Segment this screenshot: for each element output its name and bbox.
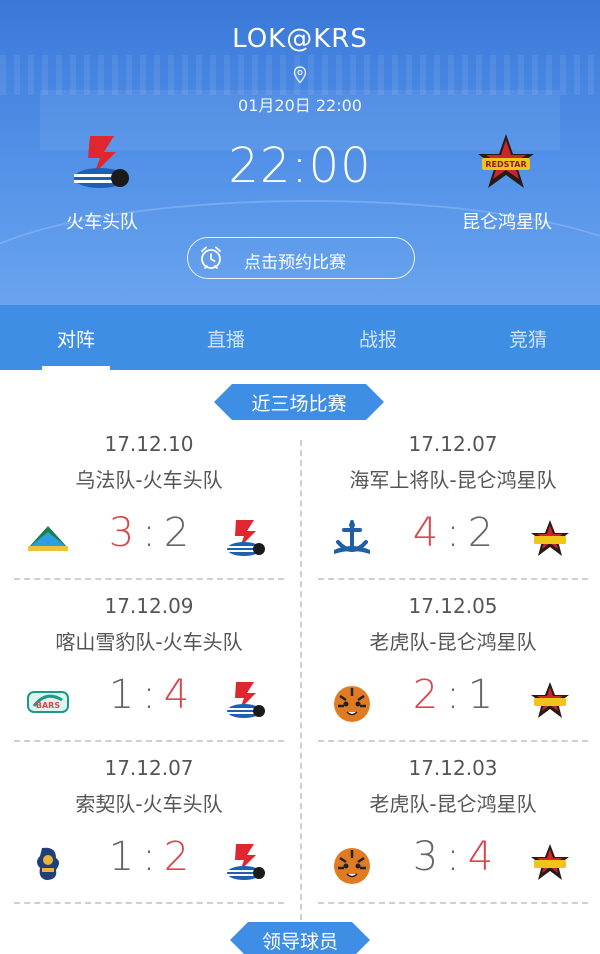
score-left: 1 <box>108 672 135 718</box>
reserve-match-label: 点击预约比赛 <box>244 253 346 273</box>
match-score: 3:2 <box>84 510 214 556</box>
match-teams: 乌法队-火车头队 <box>75 468 223 492</box>
score-right: 2 <box>163 834 190 880</box>
score-right: 1 <box>467 672 494 718</box>
match-teams: 索契队-火车头队 <box>75 792 223 816</box>
card-separator <box>318 902 588 904</box>
score-colon: : <box>446 834 460 880</box>
score-colon: : <box>142 834 156 880</box>
score-left: 3 <box>412 834 439 880</box>
lokomotiv-icon <box>224 680 268 724</box>
score-left: 3 <box>108 510 135 556</box>
match-card[interactable]: 17.12.03 老虎队-昆仑鸿星队 3:4 <box>318 756 588 919</box>
leading-players-heading: 领导球员 <box>230 922 370 954</box>
match-card[interactable]: 17.12.09 喀山雪豹队-火车头队 BARS 1:4 <box>14 594 284 757</box>
tab-guess[interactable]: 竞猜 <box>488 325 568 352</box>
tab-bar: 对阵 直播 战报 竞猜 <box>0 305 600 370</box>
svg-text:BARS: BARS <box>36 701 60 710</box>
match-card[interactable]: 17.12.07 索契队-火车头队 1:2 <box>14 756 284 919</box>
score-colon: : <box>142 672 156 718</box>
tiger-icon <box>330 844 374 884</box>
match-date: 17.12.03 <box>408 756 498 780</box>
match-teams: 海军上将队-昆仑鸿星队 <box>349 468 557 492</box>
recent-matches-heading: 近三场比赛 <box>214 384 384 420</box>
match-score: 2:1 <box>388 672 518 718</box>
score-right: 4 <box>163 672 190 718</box>
match-card[interactable]: 17.12.05 老虎队-昆仑鸿星队 2:1 <box>318 594 588 757</box>
home-team-name: 火车头队 <box>66 212 138 233</box>
score-left: 4 <box>412 510 439 556</box>
match-header: LOK@KRS 01月20日 22:00 火车头队 22:00 REDSTAR … <box>0 0 600 305</box>
match-card[interactable]: 17.12.10 乌法队-火车头队 3:2 <box>14 432 284 595</box>
sochi-icon <box>26 844 70 884</box>
score-colon: : <box>446 672 460 718</box>
red-star-logo-icon: REDSTAR <box>478 134 534 188</box>
column-divider <box>300 440 302 920</box>
match-teams: 老虎队-昆仑鸿星队 <box>369 792 537 816</box>
match-card[interactable]: 17.12.07 海军上将队-昆仑鸿星队 4:2 <box>318 432 588 595</box>
lokomotiv-icon <box>224 518 268 562</box>
lokomotiv-icon <box>224 842 268 886</box>
location-pin-icon <box>293 66 307 84</box>
match-teams: 老虎队-昆仑鸿星队 <box>369 630 537 654</box>
match-datetime: 01月20日 22:00 <box>238 96 362 115</box>
card-separator <box>14 740 284 742</box>
card-separator <box>318 740 588 742</box>
tab-report[interactable]: 战报 <box>338 325 418 352</box>
match-date: 17.12.09 <box>104 594 194 618</box>
score-colon: : <box>142 510 156 556</box>
score-right: 4 <box>467 834 494 880</box>
red-star-icon <box>528 842 572 886</box>
score-left: 2 <box>412 672 439 718</box>
match-date: 17.12.05 <box>408 594 498 618</box>
svg-text:REDSTAR: REDSTAR <box>485 160 526 169</box>
match-score: 3:4 <box>388 834 518 880</box>
match-score: 1:4 <box>84 672 214 718</box>
match-title: LOK@KRS <box>232 24 368 54</box>
salavat-icon <box>26 520 70 560</box>
match-score: 1:2 <box>84 834 214 880</box>
card-separator <box>14 902 284 904</box>
score-right: 2 <box>163 510 190 556</box>
score-colon: : <box>446 510 460 556</box>
score-right: 2 <box>467 510 494 556</box>
tab-matchup[interactable]: 对阵 <box>36 325 116 352</box>
match-date: 17.12.10 <box>104 432 194 456</box>
match-teams: 喀山雪豹队-火车头队 <box>55 630 243 654</box>
match-date: 17.12.07 <box>104 756 194 780</box>
alarm-clock-icon <box>201 246 221 269</box>
tiger-icon <box>330 682 374 722</box>
away-team-name: 昆仑鸿星队 <box>462 212 552 233</box>
card-separator <box>318 578 588 580</box>
matchup-content: 近三场比赛 17.12.10 乌法队-火车头队 3:2 17.12.09 喀山雪豹队-火… <box>0 370 600 954</box>
score-left: 1 <box>108 834 135 880</box>
reserve-match-button[interactable]: 点击预约比赛 <box>187 237 415 279</box>
red-star-icon <box>528 680 572 724</box>
card-separator <box>14 578 284 580</box>
match-score: 4:2 <box>388 510 518 556</box>
tab-live[interactable]: 直播 <box>186 325 266 352</box>
red-star-icon <box>528 518 572 562</box>
admiral-icon <box>330 520 374 560</box>
ak-bars-icon: BARS <box>26 682 70 722</box>
match-date: 17.12.07 <box>408 432 498 456</box>
